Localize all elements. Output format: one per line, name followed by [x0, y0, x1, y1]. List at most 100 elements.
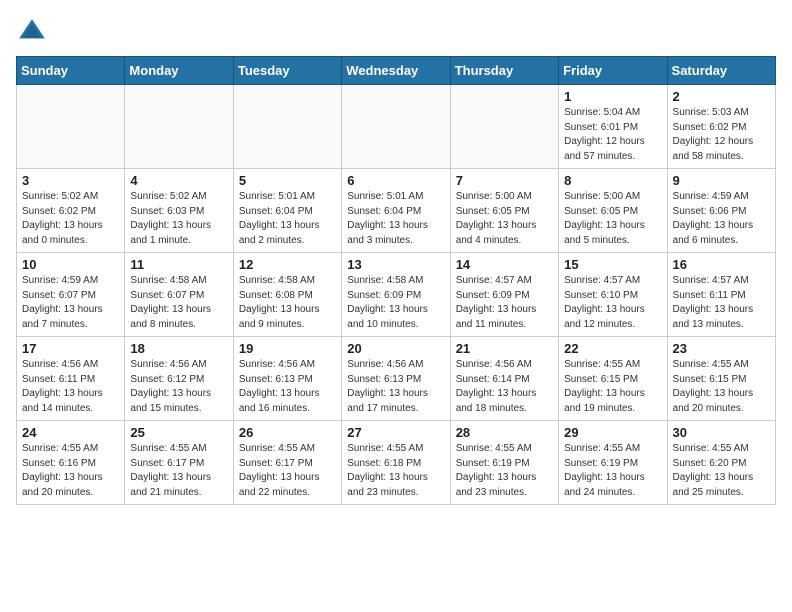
day-info: Sunrise: 4:55 AM Sunset: 6:17 PM Dayligh…: [239, 442, 336, 500]
calendar-header-thursday: Thursday: [450, 57, 558, 85]
day-number: 2: [673, 89, 770, 104]
day-info: Sunrise: 4:55 AM Sunset: 6:20 PM Dayligh…: [673, 442, 770, 500]
calendar-cell: 8 Sunrise: 5:00 AM Sunset: 6:05 PM Daylig…: [559, 169, 667, 253]
day-info: Sunrise: 4:55 AM Sunset: 6:16 PM Dayligh…: [22, 442, 119, 500]
calendar-header-saturday: Saturday: [667, 57, 775, 85]
day-number: 9: [673, 173, 770, 188]
calendar-cell: 14 Sunrise: 4:57 AM Sunset: 6:09 PM Dayli…: [450, 253, 558, 337]
day-number: 16: [673, 257, 770, 272]
day-number: 6: [347, 173, 444, 188]
calendar-cell: 17 Sunrise: 4:56 AM Sunset: 6:11 PM Dayli…: [17, 337, 125, 421]
calendar-week-2: 3 Sunrise: 5:02 AM Sunset: 6:02 PM Daylig…: [17, 169, 776, 253]
calendar-cell: 3 Sunrise: 5:02 AM Sunset: 6:02 PM Daylig…: [17, 169, 125, 253]
calendar-cell: [233, 85, 341, 169]
day-info: Sunrise: 4:55 AM Sunset: 6:19 PM Dayligh…: [456, 442, 553, 500]
day-info: Sunrise: 4:58 AM Sunset: 6:09 PM Dayligh…: [347, 274, 444, 332]
calendar-cell: 30 Sunrise: 4:55 AM Sunset: 6:20 PM Dayli…: [667, 421, 775, 505]
calendar-cell: 26 Sunrise: 4:55 AM Sunset: 6:17 PM Dayli…: [233, 421, 341, 505]
calendar-cell: 16Sunrise: 4:57 AM Sunset: 6:11 PM Dayli…: [667, 253, 775, 337]
calendar-cell: 22Sunrise: 4:55 AM Sunset: 6:15 PM Dayli…: [559, 337, 667, 421]
calendar-cell: 7Sunrise: 5:00 AM Sunset: 6:05 PM Daylig…: [450, 169, 558, 253]
day-info: Sunrise: 5:04 AM Sunset: 6:01 PM Dayligh…: [564, 106, 661, 164]
calendar-header-wednesday: Wednesday: [342, 57, 450, 85]
calendar-cell: 28Sunrise: 4:55 AM Sunset: 6:19 PM Dayli…: [450, 421, 558, 505]
day-info: Sunrise: 4:56 AM Sunset: 6:13 PM Dayligh…: [239, 358, 336, 416]
calendar-cell: [17, 85, 125, 169]
day-number: 29: [564, 425, 661, 440]
day-number: 21: [456, 341, 553, 356]
day-info: Sunrise: 4:55 AM Sunset: 6:15 PM Dayligh…: [673, 358, 770, 416]
calendar-cell: [342, 85, 450, 169]
page-header: [16, 16, 776, 48]
day-info: Sunrise: 4:56 AM Sunset: 6:13 PM Dayligh…: [347, 358, 444, 416]
day-info: Sunrise: 5:02 AM Sunset: 6:02 PM Dayligh…: [22, 190, 119, 248]
day-number: 14: [456, 257, 553, 272]
day-info: Sunrise: 5:00 AM Sunset: 6:05 PM Dayligh…: [456, 190, 553, 248]
day-number: 25: [130, 425, 227, 440]
day-info: Sunrise: 5:00 AM Sunset: 6:05 PM Dayligh…: [564, 190, 661, 248]
day-number: 4: [130, 173, 227, 188]
day-info: Sunrise: 5:03 AM Sunset: 6:02 PM Dayligh…: [673, 106, 770, 164]
day-number: 11: [130, 257, 227, 272]
calendar-header-monday: Monday: [125, 57, 233, 85]
day-info: Sunrise: 4:58 AM Sunset: 6:07 PM Dayligh…: [130, 274, 227, 332]
calendar-cell: [125, 85, 233, 169]
calendar-cell: 10 Sunrise: 4:59 AM Sunset: 6:07 PM Dayli…: [17, 253, 125, 337]
day-number: 24: [22, 425, 119, 440]
day-number: 20: [347, 341, 444, 356]
calendar-cell: 24 Sunrise: 4:55 AM Sunset: 6:16 PM Dayli…: [17, 421, 125, 505]
day-info: Sunrise: 4:57 AM Sunset: 6:09 PM Dayligh…: [456, 274, 553, 332]
day-info: Sunrise: 5:02 AM Sunset: 6:03 PM Dayligh…: [130, 190, 227, 248]
calendar-cell: 9 Sunrise: 4:59 AM Sunset: 6:06 PM Daylig…: [667, 169, 775, 253]
calendar-cell: 11 Sunrise: 4:58 AM Sunset: 6:07 PM Dayli…: [125, 253, 233, 337]
day-info: Sunrise: 4:55 AM Sunset: 6:18 PM Dayligh…: [347, 442, 444, 500]
day-info: Sunrise: 5:01 AM Sunset: 6:04 PM Dayligh…: [347, 190, 444, 248]
day-info: Sunrise: 4:59 AM Sunset: 6:06 PM Dayligh…: [673, 190, 770, 248]
calendar-cell: 25 Sunrise: 4:55 AM Sunset: 6:17 PM Dayli…: [125, 421, 233, 505]
calendar-cell: 1 Sunrise: 5:04 AM Sunset: 6:01 PM Daylig…: [559, 85, 667, 169]
calendar-cell: 20 Sunrise: 4:56 AM Sunset: 6:13 PM Dayli…: [342, 337, 450, 421]
calendar-cell: 19Sunrise: 4:56 AM Sunset: 6:13 PM Dayli…: [233, 337, 341, 421]
calendar-week-3: 10 Sunrise: 4:59 AM Sunset: 6:07 PM Dayli…: [17, 253, 776, 337]
calendar-cell: [450, 85, 558, 169]
day-number: 13: [347, 257, 444, 272]
day-number: 18: [130, 341, 227, 356]
calendar-cell: 21Sunrise: 4:56 AM Sunset: 6:14 PM Dayli…: [450, 337, 558, 421]
calendar-cell: 27 Sunrise: 4:55 AM Sunset: 6:18 PM Dayli…: [342, 421, 450, 505]
day-number: 15: [564, 257, 661, 272]
day-info: Sunrise: 4:58 AM Sunset: 6:08 PM Dayligh…: [239, 274, 336, 332]
day-number: 23: [673, 341, 770, 356]
calendar-cell: 13 Sunrise: 4:58 AM Sunset: 6:09 PM Dayli…: [342, 253, 450, 337]
calendar-header-tuesday: Tuesday: [233, 57, 341, 85]
day-info: Sunrise: 5:01 AM Sunset: 6:04 PM Dayligh…: [239, 190, 336, 248]
day-number: 1: [564, 89, 661, 104]
day-info: Sunrise: 4:59 AM Sunset: 6:07 PM Dayligh…: [22, 274, 119, 332]
calendar-week-1: 1 Sunrise: 5:04 AM Sunset: 6:01 PM Daylig…: [17, 85, 776, 169]
day-number: 22: [564, 341, 661, 356]
day-number: 8: [564, 173, 661, 188]
day-info: Sunrise: 4:55 AM Sunset: 6:17 PM Dayligh…: [130, 442, 227, 500]
calendar-header-friday: Friday: [559, 57, 667, 85]
day-info: Sunrise: 4:56 AM Sunset: 6:11 PM Dayligh…: [22, 358, 119, 416]
calendar-cell: 6 Sunrise: 5:01 AM Sunset: 6:04 PM Daylig…: [342, 169, 450, 253]
day-number: 30: [673, 425, 770, 440]
day-number: 3: [22, 173, 119, 188]
day-info: Sunrise: 4:57 AM Sunset: 6:10 PM Dayligh…: [564, 274, 661, 332]
day-number: 10: [22, 257, 119, 272]
day-number: 27: [347, 425, 444, 440]
calendar-week-5: 24 Sunrise: 4:55 AM Sunset: 6:16 PM Dayli…: [17, 421, 776, 505]
logo-icon: [16, 16, 48, 48]
day-number: 5: [239, 173, 336, 188]
calendar-cell: 18Sunrise: 4:56 AM Sunset: 6:12 PM Dayli…: [125, 337, 233, 421]
calendar-cell: 29Sunrise: 4:55 AM Sunset: 6:19 PM Dayli…: [559, 421, 667, 505]
calendar-cell: 5 Sunrise: 5:01 AM Sunset: 6:04 PM Daylig…: [233, 169, 341, 253]
calendar-cell: 23 Sunrise: 4:55 AM Sunset: 6:15 PM Dayli…: [667, 337, 775, 421]
day-number: 26: [239, 425, 336, 440]
calendar-table: SundayMondayTuesdayWednesdayThursdayFrid…: [16, 56, 776, 505]
logo: [16, 16, 52, 48]
calendar-header-sunday: Sunday: [17, 57, 125, 85]
day-number: 12: [239, 257, 336, 272]
calendar-cell: 12 Sunrise: 4:58 AM Sunset: 6:08 PM Dayli…: [233, 253, 341, 337]
day-number: 17: [22, 341, 119, 356]
calendar-cell: 4 Sunrise: 5:02 AM Sunset: 6:03 PM Daylig…: [125, 169, 233, 253]
